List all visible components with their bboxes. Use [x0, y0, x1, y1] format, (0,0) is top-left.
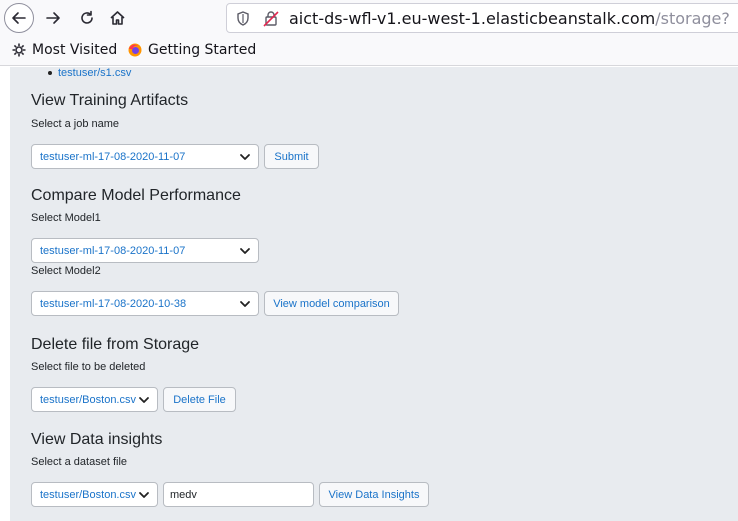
- chevron-down-icon: [139, 397, 149, 403]
- delete-file-button[interactable]: Delete File: [163, 387, 236, 412]
- bookmark-label: Getting Started: [148, 42, 257, 58]
- chevron-down-icon: [240, 301, 250, 307]
- model1-label: Select Model1: [31, 212, 101, 224]
- reload-button[interactable]: [72, 3, 102, 33]
- arrow-right-icon: [46, 12, 60, 24]
- reload-icon: [81, 10, 93, 24]
- bookmark-most-visited[interactable]: Most Visited: [12, 42, 117, 58]
- delete-label: Select file to be deleted: [31, 361, 146, 373]
- chevron-down-icon: [240, 248, 250, 254]
- back-button[interactable]: [4, 3, 34, 33]
- insights-label: Select a dataset file: [31, 456, 128, 468]
- forward-button[interactable]: [38, 3, 68, 33]
- job-name-value: testuser-ml-17-08-2020-11-07: [40, 150, 186, 163]
- delete-file-value: testuser/Boston.csv: [40, 393, 136, 406]
- url-text: aict-ds-wfl-v1.eu-west-1.elasticbeanstal…: [289, 9, 730, 28]
- url-host: aict-ds-wfl-v1.eu-west-1.elasticbeanstal…: [289, 9, 656, 28]
- home-button[interactable]: [102, 3, 132, 33]
- chevron-down-icon: [139, 492, 149, 498]
- address-bar[interactable]: aict-ds-wfl-v1.eu-west-1.elasticbeanstal…: [226, 3, 738, 33]
- view-data-insights-button[interactable]: View Data Insights: [319, 482, 429, 507]
- chevron-down-icon: [240, 154, 250, 160]
- delete-file-select[interactable]: testuser/Boston.csv: [31, 387, 158, 412]
- home-icon: [109, 11, 125, 25]
- insecure-lock-icon[interactable]: [263, 10, 279, 27]
- training-label: Select a job name: [31, 118, 120, 130]
- model1-select[interactable]: testuser-ml-17-08-2020-11-07: [31, 238, 259, 263]
- model2-label: Select Model2: [31, 265, 101, 277]
- model2-value: testuser-ml-17-08-2020-10-38: [40, 297, 187, 310]
- bookmark-getting-started[interactable]: Getting Started: [128, 42, 256, 58]
- url-path: /storage?: [655, 9, 730, 28]
- model1-value: testuser-ml-17-08-2020-11-07: [40, 244, 186, 257]
- browser-toolbar: aict-ds-wfl-v1.eu-west-1.elasticbeanstal…: [0, 0, 738, 36]
- target-column-input[interactable]: medv: [163, 482, 314, 507]
- file-list-item[interactable]: testuser/s1.csv: [48, 67, 131, 79]
- training-heading: View Training Artifacts: [31, 92, 189, 109]
- shield-icon[interactable]: [236, 11, 250, 26]
- insights-heading: View Data insights: [31, 431, 163, 448]
- bookmarks-toolbar: Most Visited Getting Started: [0, 36, 738, 66]
- bullet: [48, 71, 52, 75]
- firefox-icon: [128, 43, 142, 57]
- bookmark-label: Most Visited: [32, 42, 118, 58]
- model2-select[interactable]: testuser-ml-17-08-2020-10-38: [31, 291, 259, 316]
- file-link[interactable]: testuser/s1.csv: [58, 67, 131, 79]
- delete-heading: Delete file from Storage: [31, 336, 200, 353]
- arrow-left-icon: [12, 12, 26, 24]
- submit-button[interactable]: Submit: [264, 144, 319, 169]
- compare-heading: Compare Model Performance: [31, 187, 241, 204]
- view-model-comparison-button[interactable]: View model comparison: [264, 291, 399, 316]
- dataset-file-value: testuser/Boston.csv: [40, 488, 136, 501]
- job-name-select[interactable]: testuser-ml-17-08-2020-11-07: [31, 144, 259, 169]
- dataset-file-select[interactable]: testuser/Boston.csv: [31, 482, 158, 507]
- gear-icon: [12, 43, 26, 57]
